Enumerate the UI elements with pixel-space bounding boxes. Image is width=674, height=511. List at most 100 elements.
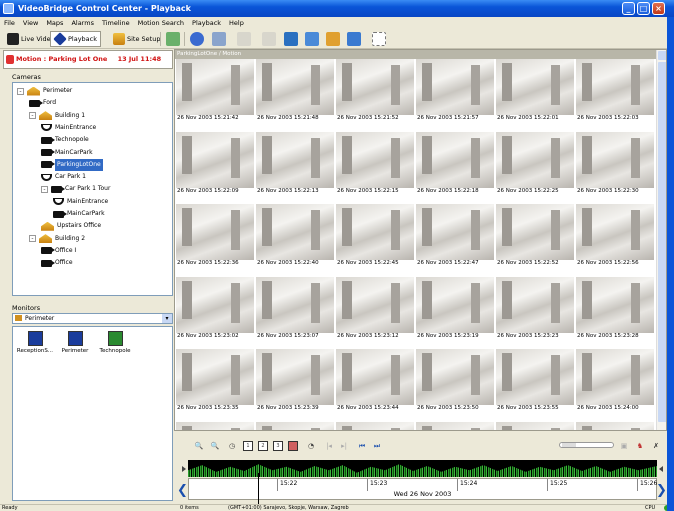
step-back-icon[interactable]: |◂ (324, 441, 334, 451)
motion-thumbnail[interactable] (576, 421, 654, 430)
timeline-back-arrow-icon[interactable]: ❮ (177, 483, 188, 498)
wave-left-arrow-icon[interactable] (182, 466, 186, 472)
motion-thumbnail[interactable]: 26 Nov 2003 15:23:28 (576, 276, 654, 340)
motion-thumbnail[interactable]: 26 Nov 2003 15:22:45 (336, 204, 414, 267)
motion-thumbnail[interactable] (496, 421, 574, 430)
refresh-icon[interactable] (166, 32, 180, 46)
motion-thumbnail[interactable]: 26 Nov 2003 15:21:57 (416, 59, 494, 122)
motion-thumbnail[interactable] (176, 421, 254, 430)
view-2-button[interactable]: 2 (258, 441, 268, 451)
motion-thumbnail[interactable] (256, 421, 334, 430)
motion-view-icon[interactable] (288, 441, 298, 451)
tools-icon[interactable] (237, 32, 251, 46)
zoom-out-icon[interactable]: 🔍 (210, 441, 220, 451)
motion-thumbnail[interactable]: 26 Nov 2003 15:22:56 (576, 204, 654, 267)
skip-forward-icon[interactable]: ⏭ (372, 441, 382, 451)
motion-thumbnail[interactable]: 26 Nov 2003 15:24:00 (576, 349, 654, 412)
motion-thumbnail[interactable]: 26 Nov 2003 15:23:50 (416, 349, 494, 412)
wave-right-arrow-icon[interactable] (659, 466, 663, 472)
audio-icon[interactable]: ◔ (306, 441, 316, 451)
tree-node[interactable]: - Building 2 (29, 233, 85, 245)
skip-back-icon[interactable]: ⏮ (357, 441, 367, 451)
menu-view[interactable]: View (23, 17, 38, 29)
slider-knob[interactable] (562, 443, 576, 447)
view-3-button[interactable]: 3 (273, 441, 283, 451)
clock-icon[interactable]: ◷ (227, 441, 237, 451)
monitor-item[interactable]: ReceptionS... (15, 331, 55, 354)
tree-expander-icon[interactable]: - (17, 87, 24, 95)
motion-thumbnail[interactable]: 26 Nov 2003 15:22:13 (256, 131, 334, 195)
fullscreen-icon[interactable] (372, 32, 386, 46)
motion-thumbnail[interactable]: 26 Nov 2003 15:22:40 (256, 204, 334, 267)
scroll-up-button[interactable] (658, 51, 666, 60)
motion-thumbnail[interactable]: 26 Nov 2003 15:21:48 (256, 59, 334, 122)
tree-expander-icon[interactable]: - (41, 185, 48, 193)
monitor-item[interactable]: Technopole (95, 331, 135, 354)
motion-thumbnail[interactable]: 26 Nov 2003 15:21:42 (176, 59, 254, 122)
motion-thumbnail[interactable]: 26 Nov 2003 15:23:35 (176, 349, 254, 412)
tree-node[interactable]: MainEntrance (53, 196, 108, 208)
tree-node[interactable]: - Car Park 1 Tour (41, 183, 110, 195)
motion-thumbnail[interactable]: 26 Nov 2003 15:22:15 (336, 131, 414, 195)
motion-thumbnail[interactable] (416, 421, 494, 430)
menu-alarms[interactable]: Alarms (71, 17, 94, 29)
view-1-button[interactable]: 1 (243, 441, 253, 451)
export-icon[interactable]: ▣ (619, 441, 629, 451)
motion-thumbnail[interactable]: 26 Nov 2003 15:22:01 (496, 59, 574, 122)
monitor-group-select[interactable]: Perimeter ▾ (12, 313, 173, 324)
tree-node[interactable]: - Perimeter (17, 85, 72, 97)
tree-node[interactable]: Office (41, 257, 73, 269)
menu-playback[interactable]: Playback (192, 17, 221, 29)
tree-node[interactable]: ParkingLotOne (41, 158, 103, 171)
menu-help[interactable]: Help (229, 17, 244, 29)
chevron-down-icon[interactable]: ▾ (162, 314, 172, 323)
playback-button[interactable]: Playback (50, 31, 102, 47)
motion-thumbnail[interactable]: 26 Nov 2003 15:23:39 (256, 349, 334, 412)
zoom-in-icon[interactable]: 🔍 (194, 441, 204, 451)
motion-thumbnail[interactable]: 26 Nov 2003 15:22:30 (576, 131, 654, 195)
close-button[interactable]: × (652, 2, 665, 15)
tree-node[interactable]: Ford (29, 97, 56, 109)
tree-expander-icon[interactable]: - (29, 235, 36, 243)
menu-maps[interactable]: Maps (46, 17, 63, 29)
motion-thumbnail[interactable]: 26 Nov 2003 15:23:07 (256, 276, 334, 340)
motion-thumbnail[interactable]: 26 Nov 2003 15:23:12 (336, 276, 414, 340)
tree-node[interactable]: Upstairs Office (41, 220, 101, 232)
tree-node[interactable]: - Building 1 (29, 110, 85, 122)
motion-thumbnail[interactable]: 26 Nov 2003 15:22:09 (176, 131, 254, 195)
motion-thumbnail[interactable]: 26 Nov 2003 15:23:19 (416, 276, 494, 340)
motion-thumbnail[interactable]: 26 Nov 2003 15:22:25 (496, 131, 574, 195)
maximize-button[interactable]: □ (637, 2, 650, 15)
motion-thumbnail[interactable] (336, 421, 414, 430)
timeline-cursor[interactable] (258, 473, 259, 504)
tree-node[interactable]: MainEntrance (41, 122, 96, 134)
timeline-forward-arrow-icon[interactable]: ❯ (656, 483, 667, 498)
monitor-item[interactable]: Perimeter (55, 331, 95, 354)
motion-thumbnail[interactable]: 26 Nov 2003 15:22:52 (496, 204, 574, 267)
tree-node[interactable]: MainCarPark (53, 208, 105, 220)
tree-node[interactable]: Technopole (41, 134, 89, 146)
motion-thumbnail[interactable]: 26 Nov 2003 15:22:47 (416, 204, 494, 267)
motion-search-icon[interactable] (284, 32, 298, 46)
menu-file[interactable]: File (4, 17, 15, 29)
motion-thumbnail[interactable]: 26 Nov 2003 15:23:55 (496, 349, 574, 412)
motion-thumbnail[interactable]: 26 Nov 2003 15:23:02 (176, 276, 254, 340)
help-icon[interactable] (190, 32, 204, 46)
person-icon[interactable] (347, 32, 361, 46)
speed-slider[interactable] (559, 442, 614, 448)
motion-thumbnail[interactable]: 26 Nov 2003 15:22:03 (576, 59, 654, 122)
motion-thumbnail[interactable]: 26 Nov 2003 15:21:52 (336, 59, 414, 122)
motion-alert[interactable]: Motion : Parking Lot One 13 Jul 11:48 (3, 50, 173, 69)
tree-node[interactable]: Office I (41, 245, 76, 257)
delete-icon[interactable]: ✗ (651, 441, 661, 451)
minimize-button[interactable]: _ (622, 2, 635, 15)
motion-thumbnail[interactable]: 26 Nov 2003 15:22:18 (416, 131, 494, 195)
layout-icon[interactable] (212, 32, 226, 46)
alarm-icon[interactable] (326, 32, 340, 46)
motion-thumbnail[interactable]: 26 Nov 2003 15:22:36 (176, 204, 254, 267)
disabled-icon[interactable] (262, 32, 276, 46)
menu-motion-search[interactable]: Motion Search (138, 17, 184, 29)
motion-thumbnail[interactable]: 26 Nov 2003 15:23:44 (336, 349, 414, 412)
tree-expander-icon[interactable]: - (29, 112, 36, 120)
scroll-thumb[interactable] (658, 62, 666, 422)
